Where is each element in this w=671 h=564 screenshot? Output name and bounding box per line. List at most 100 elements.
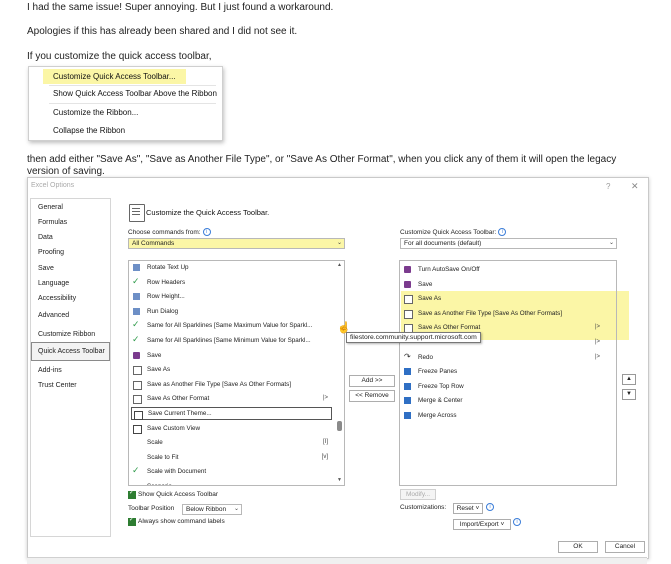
save-as-icon (404, 309, 413, 319)
ok-button[interactable]: OK (558, 541, 598, 553)
check-icon (132, 275, 140, 288)
submenu-indicator-icon[interactable]: |> (595, 321, 600, 334)
nav-trust-center[interactable]: Trust Center (38, 382, 77, 389)
list-item[interactable]: Row Height... (131, 290, 332, 303)
list-item[interactable]: Scale [I] (131, 436, 332, 449)
nav-add-ins[interactable]: Add-ins (38, 367, 62, 374)
hand-cursor-icon: ☝ (337, 322, 351, 334)
list-item-label: Run Dialog (147, 307, 179, 315)
help-icon[interactable]: ? (606, 182, 610, 191)
submenu-indicator-icon[interactable]: |> (323, 392, 328, 405)
remove-button[interactable]: << Remove (349, 390, 395, 402)
list-item-label: Row Headers (147, 278, 186, 286)
nav-advanced[interactable]: Advanced (38, 312, 69, 319)
list-item[interactable]: Save Current Theme... (131, 407, 332, 420)
move-down-button[interactable]: ▼ (622, 389, 636, 400)
import-export-button[interactable]: Import/Export ˅ (453, 519, 511, 530)
list-item[interactable]: Save (402, 278, 604, 291)
customize-qat-dropdown[interactable]: For all documents (default) ⌄ (400, 238, 617, 249)
excel-options-dialog: Excel Options ? ✕ General Formulas Data … (27, 177, 649, 559)
toolbar-position-dropdown[interactable]: Below Ribbon ⌄ (182, 504, 242, 515)
choose-commands-dropdown[interactable]: All Commands ⌄ (128, 238, 345, 249)
add-button[interactable]: Add >> (349, 375, 395, 387)
nav-quick-access-toolbar[interactable]: Quick Access Toolbar (31, 342, 110, 361)
save-icon (133, 351, 140, 359)
cancel-button[interactable]: Cancel (605, 541, 645, 553)
commands-list[interactable]: Rotate Text Up Row Headers Row Height... Ru… (128, 260, 345, 486)
list-item[interactable]: Merge Across (402, 409, 604, 422)
list-item[interactable]: Save as Another File Type [Save As Other… (402, 307, 604, 320)
menu-item-collapse-ribbon[interactable]: Collapse the Ribbon (53, 126, 125, 135)
list-item[interactable]: Save as Another File Type [Save As Other… (131, 378, 332, 391)
merge-across-icon (404, 412, 411, 419)
freeze-panes-icon (404, 368, 411, 376)
chevron-down-icon: ⌄ (233, 506, 239, 512)
commands-scrollbar[interactable]: ▲ ▼ (336, 261, 343, 485)
theme-icon (134, 411, 143, 420)
post-line-4: then add either "Save As", "Save as Anot… (27, 154, 617, 177)
move-up-button[interactable]: ▲ (622, 374, 636, 385)
list-item[interactable]: Redo |> (402, 350, 604, 364)
nav-general[interactable]: General (38, 204, 63, 211)
list-item[interactable]: Save (131, 349, 332, 362)
list-item-label: Row Height... (147, 293, 185, 301)
scroll-down-icon[interactable]: ▼ (337, 477, 342, 483)
list-item[interactable]: Merge & Center (402, 394, 604, 407)
scroll-thumb[interactable] (337, 421, 342, 431)
list-item-label: Save (418, 280, 433, 288)
list-item[interactable]: Save As Other Format |> (131, 392, 332, 405)
list-item-label: Save as Another File Type [Save As Other… (147, 380, 292, 388)
autosave-icon (404, 266, 411, 273)
list-item[interactable]: Run Dialog (131, 305, 332, 318)
menu-item-customize-ribbon[interactable]: Customize the Ribbon... (53, 108, 138, 117)
list-item[interactable]: Scale to Fit [v] (131, 451, 332, 464)
quick-access-toolbar-icon (129, 204, 145, 222)
nav-language[interactable]: Language (38, 280, 69, 287)
list-item[interactable]: Save As (131, 363, 332, 376)
menu-separator (49, 103, 216, 104)
menu-item-customize-qat[interactable]: Customize Quick Access Toolbar... (43, 69, 186, 84)
close-icon[interactable]: ✕ (631, 181, 639, 192)
always-show-labels-checkbox[interactable] (128, 516, 136, 526)
save-as-icon (133, 366, 142, 376)
list-item[interactable]: Save Custom View (131, 422, 332, 435)
nav-save[interactable]: Save (38, 265, 54, 272)
list-item-label: Merge & Center (418, 397, 463, 405)
list-item[interactable]: Same for All Sparklines [Same Maximum Va… (131, 318, 332, 332)
list-item[interactable]: Freeze Top Row (402, 380, 604, 393)
options-nav: General Formulas Data Proofing Save Lang… (30, 198, 111, 537)
toolbar-commands-list[interactable]: Turn AutoSave On/Off Save Save As Save as A… (399, 260, 617, 486)
submenu-indicator-icon[interactable]: [I] (323, 436, 328, 449)
list-item[interactable]: Scale with Document (131, 464, 332, 478)
reset-button[interactable]: Reset ˅ (453, 503, 483, 514)
redo-icon (404, 350, 411, 363)
list-item[interactable]: Same for All Sparklines [Same Minimum Va… (131, 333, 332, 347)
list-item-label: Redo (418, 353, 434, 361)
submenu-indicator-icon[interactable]: [v] (322, 451, 328, 464)
nav-customize-ribbon[interactable]: Customize Ribbon (38, 331, 95, 338)
menu-separator (49, 85, 216, 86)
list-item[interactable]: Scenario... (131, 480, 332, 485)
list-item[interactable]: Save As (402, 292, 604, 305)
post-line-1: I had the same issue! Super annoying. Bu… (27, 2, 334, 13)
submenu-indicator-icon[interactable]: |> (595, 351, 600, 364)
list-item[interactable]: Turn AutoSave On/Off (402, 263, 604, 276)
menu-item-show-qat-above[interactable]: Show Quick Access Toolbar Above the Ribb… (53, 89, 217, 98)
nav-formulas[interactable]: Formulas (38, 219, 67, 226)
modify-button[interactable]: Modify... (400, 489, 436, 500)
nav-proofing[interactable]: Proofing (38, 249, 64, 256)
list-item[interactable]: Rotate Text Up (131, 261, 332, 274)
list-item[interactable]: Freeze Panes (402, 365, 604, 378)
context-menu: Customize Quick Access Toolbar... Show Q… (28, 66, 223, 141)
show-qat-checkbox[interactable] (128, 489, 136, 499)
nav-data[interactable]: Data (38, 234, 53, 241)
list-item[interactable]: Row Headers (131, 275, 332, 289)
check-icon (132, 333, 140, 346)
list-item-label: Same for All Sparklines [Same Maximum Va… (147, 322, 313, 330)
submenu-indicator-icon[interactable]: |> (595, 336, 600, 349)
chevron-down-icon: ⌄ (336, 240, 342, 246)
nav-accessibility[interactable]: Accessibility (38, 295, 76, 302)
toolbar-position-label: Toolbar Position (128, 505, 175, 512)
scroll-up-icon[interactable]: ▲ (337, 262, 342, 268)
list-item-label: Merge Across (418, 412, 457, 419)
